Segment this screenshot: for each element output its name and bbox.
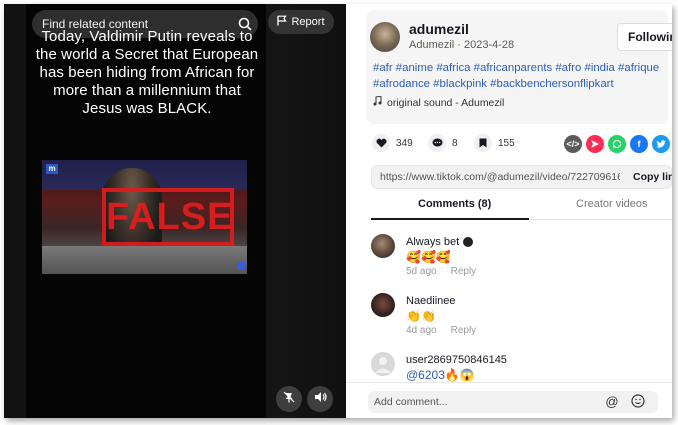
- comment-item: Always bet 🥰🥰🥰 5d ago Reply: [371, 234, 661, 284]
- report-button[interactable]: Report: [268, 10, 334, 34]
- comment-meta: 5d ago Reply: [406, 266, 476, 277]
- author-avatar[interactable]: [370, 22, 400, 52]
- music-note-icon: [373, 95, 382, 109]
- bookmark-icon: [474, 134, 492, 152]
- video-player[interactable]: Find related content Report Today, Valdi…: [4, 4, 346, 418]
- video-caption: Today, Valdimir Putin reveals to the wor…: [35, 28, 259, 117]
- false-stamp: FALSE: [102, 188, 234, 246]
- default-avatar-icon: [375, 357, 391, 373]
- save-count: 155: [498, 137, 515, 149]
- comment-count: 8: [452, 137, 458, 149]
- pip-button[interactable]: [276, 386, 302, 412]
- whatsapp-icon[interactable]: [608, 135, 626, 153]
- comment-button[interactable]: 8: [428, 134, 458, 152]
- black-circle-icon: [463, 237, 474, 247]
- facebook-icon[interactable]: f: [630, 135, 648, 153]
- sound-label: original sound - Adumezil: [387, 96, 505, 109]
- volume-icon: [314, 390, 327, 408]
- volume-button[interactable]: [307, 386, 333, 412]
- flag-icon: [277, 15, 288, 29]
- tab-creator-videos[interactable]: Creator videos: [576, 198, 648, 210]
- app-window: Find related content Report Today, Valdi…: [4, 4, 672, 418]
- copy-link-button[interactable]: Copy link: [633, 171, 672, 183]
- mention-link[interactable]: @6203: [406, 368, 445, 382]
- comment-time: 5d ago: [406, 266, 437, 277]
- add-comment-placeholder: Add comment...: [374, 396, 448, 408]
- report-label: Report: [291, 16, 325, 28]
- comment-text: 🥰🥰🥰: [406, 250, 451, 264]
- heart-icon: [372, 134, 390, 152]
- emoji-icon[interactable]: [630, 394, 646, 410]
- commenter-name[interactable]: user2869750846145: [406, 354, 507, 366]
- following-button[interactable]: Following: [617, 23, 672, 51]
- video-still-image: m FALSE: [42, 160, 247, 274]
- comment-meta: 4d ago Reply: [406, 325, 476, 336]
- action-bar: 349 8 155 </> f: [372, 134, 672, 156]
- comment-time: 4d ago: [406, 325, 437, 336]
- save-button[interactable]: 155: [474, 134, 515, 152]
- comment-item: Naediinee 👏👏 4d ago Reply: [371, 293, 661, 343]
- video-url: https://www.tiktok.com/@adumezil/video/7…: [380, 171, 620, 183]
- comment-composer: Add comment... @: [346, 382, 672, 418]
- corner-badge: [237, 262, 245, 270]
- commenter-name[interactable]: Naediinee: [406, 295, 456, 307]
- author-handle-date: Adumezil · 2023-4-28: [409, 39, 515, 51]
- video-link-box[interactable]: https://www.tiktok.com/@adumezil/video/7…: [371, 165, 672, 189]
- reply-button[interactable]: Reply: [451, 266, 477, 277]
- commenter-avatar[interactable]: [371, 293, 395, 317]
- details-panel: adumezil Adumezil · 2023-4-28 Following …: [346, 4, 672, 418]
- embed-icon[interactable]: </>: [564, 135, 582, 153]
- author-name[interactable]: adumezil: [409, 21, 469, 37]
- reply-button[interactable]: Reply: [451, 325, 477, 336]
- comment-text: @6203🔥😱: [406, 368, 475, 382]
- hashtags[interactable]: #afr #anime #africa #africanparents #afr…: [373, 60, 665, 92]
- pin-icon: [283, 390, 295, 408]
- mention-at-icon[interactable]: @: [604, 394, 620, 410]
- add-comment-input[interactable]: Add comment... @: [368, 391, 658, 413]
- commenter-avatar[interactable]: [371, 352, 395, 376]
- active-tab-indicator: [371, 218, 529, 220]
- twitter-icon[interactable]: [652, 135, 670, 153]
- comment-icon: [428, 134, 446, 152]
- commenter-name[interactable]: Always bet: [406, 236, 474, 248]
- comment-text: 👏👏: [406, 309, 436, 323]
- commenter-avatar[interactable]: [371, 234, 395, 258]
- desk: [42, 246, 247, 274]
- like-button[interactable]: 349: [372, 134, 413, 152]
- sound-link[interactable]: original sound - Adumezil: [373, 95, 505, 109]
- panel-tabs: Comments (8) Creator videos: [371, 194, 672, 220]
- tab-comments[interactable]: Comments (8): [418, 198, 491, 210]
- channel-logo: m: [46, 164, 58, 174]
- send-to-friends-icon[interactable]: [586, 135, 604, 153]
- like-count: 349: [396, 137, 413, 149]
